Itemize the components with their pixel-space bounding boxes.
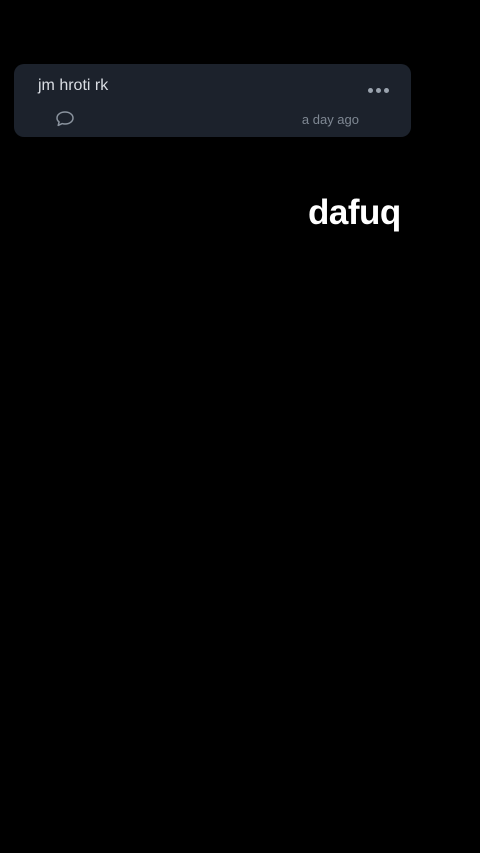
more-dots-icon bbox=[367, 87, 373, 93]
more-dot bbox=[383, 87, 389, 93]
comment-button[interactable] bbox=[55, 110, 75, 128]
overlay-caption: dafuq bbox=[308, 193, 401, 232]
comment-bubble-icon bbox=[56, 111, 74, 127]
more-options-button[interactable] bbox=[363, 80, 393, 100]
post-timestamp: a day ago bbox=[301, 112, 359, 127]
post-text: jm hroti rk bbox=[38, 77, 109, 94]
post-card[interactable]: jm hroti rk a day ago bbox=[14, 64, 411, 137]
more-dot bbox=[375, 87, 381, 93]
